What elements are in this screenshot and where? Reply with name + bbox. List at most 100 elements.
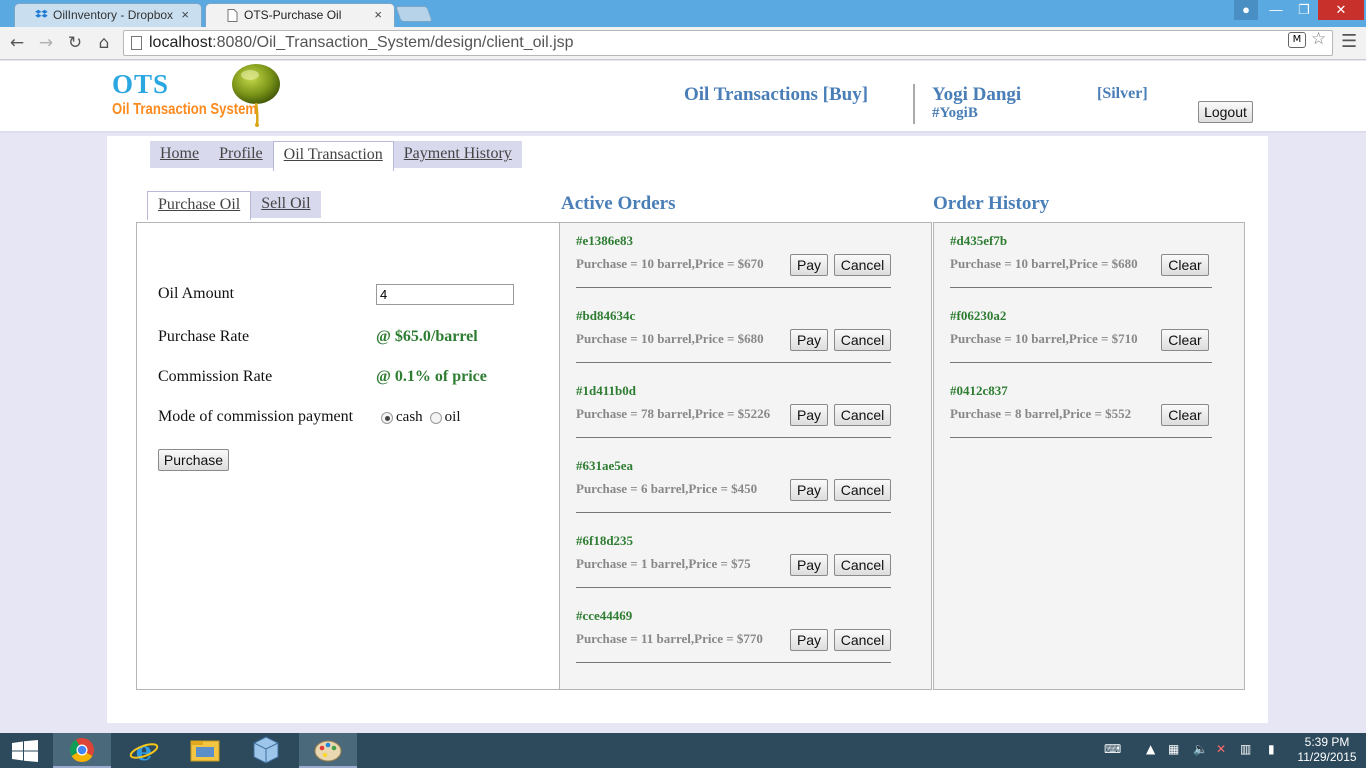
pay-button[interactable]: Pay [790,554,828,576]
volume-icon[interactable]: 🔈 [1193,742,1208,756]
pay-button[interactable]: Pay [790,254,828,276]
list-item: #d435ef7b Purchase = 10 barrel,Price = $… [950,223,1212,298]
order-id: #bd84634c [576,308,636,323]
signal-icon[interactable]: ▥ [1240,742,1251,756]
nav-item-home[interactable]: Home [150,141,209,168]
oil-amount-input[interactable] [376,284,514,305]
pay-button[interactable]: Pay [790,479,828,501]
close-window-icon[interactable]: ✕ [1318,0,1364,20]
page-info-icon[interactable] [131,36,142,50]
nav-item-payment-history[interactable]: Payment History [394,141,522,168]
user-profile-icon[interactable]: ● [1234,0,1258,20]
list-item: #1d411b0d Purchase = 78 barrel,Price = $… [576,373,891,448]
oil-drop-logo [232,64,280,127]
browser-tabstrip: OilInventory - Dropbox × OTS-Purchase Oi… [0,0,1366,27]
internet-explorer-icon: e [129,737,159,767]
order-description: Purchase = 10 barrel,Price = $680 [576,331,764,346]
cancel-button[interactable]: Cancel [834,554,891,576]
cancel-button[interactable]: Cancel [834,254,891,276]
bookmark-star-icon[interactable]: ☆ [1311,29,1326,49]
header-divider [913,84,915,124]
divider [950,362,1212,363]
commission-rate-value: @ 0.1% of price [376,368,487,385]
dropbox-icon [35,9,48,18]
tab-sell-oil[interactable]: Sell Oil [251,191,320,218]
action-center-icon[interactable]: ▦ [1168,742,1179,756]
clock-date: 11/29/2015 [1297,750,1357,764]
purchase-form: Oil Amount Purchase Rate @ $65.0/barrel … [136,222,560,690]
order-description: Purchase = 6 barrel,Price = $450 [576,481,758,496]
taskbar-paint[interactable] [299,733,357,768]
tab-purchase-oil[interactable]: Purchase Oil [147,191,252,220]
browser-tab-dropbox[interactable]: OilInventory - Dropbox × [14,3,202,27]
list-item: #cce44469 Purchase = 11 barrel,Price = $… [576,598,891,673]
purchase-rate-label: Purchase Rate [158,328,250,345]
paint-icon [314,740,342,762]
browser-toolbar: ← → ↻ ⌂ localhost:8080/Oil_Transaction_S… [0,27,1366,60]
order-description: Purchase = 78 barrel,Price = $5226 [576,406,771,421]
logout-button[interactable]: Logout [1198,101,1253,123]
maximize-icon[interactable]: ❐ [1291,0,1317,20]
clear-button[interactable]: Clear [1161,404,1209,426]
windows-start-icon[interactable] [12,740,38,762]
close-tab-icon[interactable]: × [181,7,189,22]
reload-icon[interactable]: ↻ [64,32,86,54]
url-host: localhost [149,34,213,51]
clock-time: 5:39 PM [1304,735,1350,749]
network-error-icon[interactable]: ✕ [1216,742,1226,756]
extension-icon[interactable]: M [1288,32,1306,48]
taskbar-file-explorer[interactable] [176,733,234,768]
cash-radio[interactable] [381,411,393,424]
virtualbox-icon [253,736,279,764]
taskbar-chrome[interactable] [53,733,111,768]
clear-button[interactable]: Clear [1161,254,1209,276]
address-bar[interactable]: localhost:8080/Oil_Transaction_System/de… [123,30,1333,56]
system-clock[interactable]: 5:39 PM 11/29/2015 [1296,735,1358,765]
order-description: Purchase = 8 barrel,Price = $552 [950,406,1132,421]
user-handle: #YogiB [932,105,978,121]
divider [576,287,891,288]
keyboard-icon[interactable]: ⌨ [1104,742,1121,756]
cancel-button[interactable]: Cancel [834,404,891,426]
order-id: #e1386e83 [576,233,634,248]
purchase-button[interactable]: Purchase [158,449,229,471]
order-description: Purchase = 10 barrel,Price = $670 [576,256,764,271]
commission-rate-label: Commission Rate [158,368,273,385]
minimize-icon[interactable]: — [1263,0,1289,20]
divider [576,662,891,663]
battery-icon[interactable]: ▮ [1268,742,1275,756]
home-icon[interactable]: ⌂ [93,32,115,54]
nav-item-oil-transaction[interactable]: Oil Transaction [272,141,394,171]
cancel-button[interactable]: Cancel [834,479,891,501]
taskbar-virtualbox[interactable] [237,733,295,768]
browser-tab-ots[interactable]: OTS-Purchase Oil × [205,3,395,27]
nav-item-profile[interactable]: Profile [209,141,273,168]
pay-button[interactable]: Pay [790,329,828,351]
taskbar-internet-explorer[interactable]: e [115,733,173,768]
show-hidden-icons-icon[interactable]: ▲ [1146,742,1155,756]
back-icon[interactable]: ← [6,32,28,54]
order-id: #0412c837 [950,383,1008,398]
order-id: #6f18d235 [576,533,634,548]
windows-taskbar: e ⌨ ▲ ▦ 🔈 ✕ ▥ ▮ 5:39 PM 11/29/2015 [0,733,1366,768]
oil-radio[interactable] [429,411,442,424]
clear-button[interactable]: Clear [1161,329,1209,351]
order-history-title: Order History [933,193,1050,214]
new-tab-button[interactable] [395,6,433,22]
chrome-menu-icon[interactable]: ☰ [1341,31,1357,52]
cancel-button[interactable]: Cancel [834,329,891,351]
active-orders-title: Active Orders [561,193,676,214]
svg-text:e: e [136,737,153,767]
forward-icon[interactable]: → [35,32,57,54]
tab-title: OilInventory - Dropbox [53,8,174,22]
divider [576,587,891,588]
order-id: #1d411b0d [576,383,636,398]
cancel-button[interactable]: Cancel [834,629,891,651]
pay-button[interactable]: Pay [790,404,828,426]
pay-button[interactable]: Pay [790,629,828,651]
main-content: Home Profile Oil Transaction Payment His… [107,136,1268,723]
order-id: #631ae5ea [576,458,634,473]
close-tab-icon[interactable]: × [374,7,382,22]
list-item: #6f18d235 Purchase = 1 barrel,Price = $7… [576,523,891,598]
divider [950,287,1212,288]
